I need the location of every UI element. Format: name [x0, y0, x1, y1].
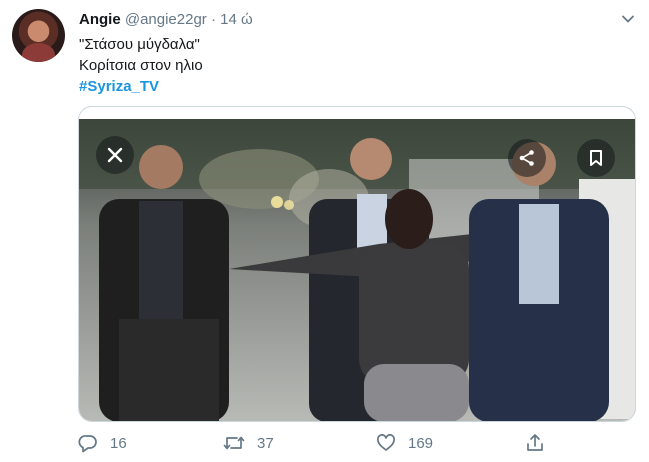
retweet-count: 37 — [257, 434, 274, 452]
close-icon — [107, 147, 123, 163]
like-button[interactable]: 169 — [376, 433, 433, 453]
tweet-line-2: Κορίτσια στον ηλιο — [79, 57, 203, 74]
tweet-line-1: "Στάσου μύγδαλα" — [79, 36, 200, 53]
share-tweet-button[interactable] — [525, 433, 545, 453]
tweet-header: Angie @angie22gr · 14 ώ — [79, 10, 253, 30]
like-icon — [377, 434, 395, 451]
reply-button[interactable]: 16 — [78, 433, 127, 453]
tweet-time[interactable]: 14 ώ — [220, 11, 253, 28]
bookmark-media-button[interactable] — [577, 139, 615, 177]
retweet-button[interactable]: 37 — [223, 433, 274, 453]
separator: · — [210, 11, 216, 28]
reply-icon — [78, 435, 97, 453]
avatar[interactable] — [12, 9, 65, 62]
author-name[interactable]: Angie — [79, 11, 121, 28]
tweet-text: "Στάσου μύγδαλα" Κορίτσια στον ηλιο #Syr… — [79, 34, 203, 97]
retweet-icon — [223, 436, 245, 450]
close-media-button[interactable] — [96, 136, 134, 174]
share-media-button[interactable] — [508, 139, 546, 177]
bookmark-icon — [590, 150, 602, 166]
chevron-down-icon[interactable] — [620, 11, 636, 27]
tweet-media[interactable] — [78, 106, 636, 422]
tweet-photo[interactable] — [79, 119, 635, 422]
tweet-actions: 16 37 169 — [0, 433, 649, 455]
author-handle[interactable]: @angie22gr — [125, 11, 207, 28]
share-icon — [527, 434, 543, 451]
reply-count: 16 — [110, 434, 127, 452]
like-count: 169 — [408, 434, 434, 452]
share-icon — [519, 150, 534, 166]
hashtag-link[interactable]: #Syriza_TV — [79, 76, 203, 97]
